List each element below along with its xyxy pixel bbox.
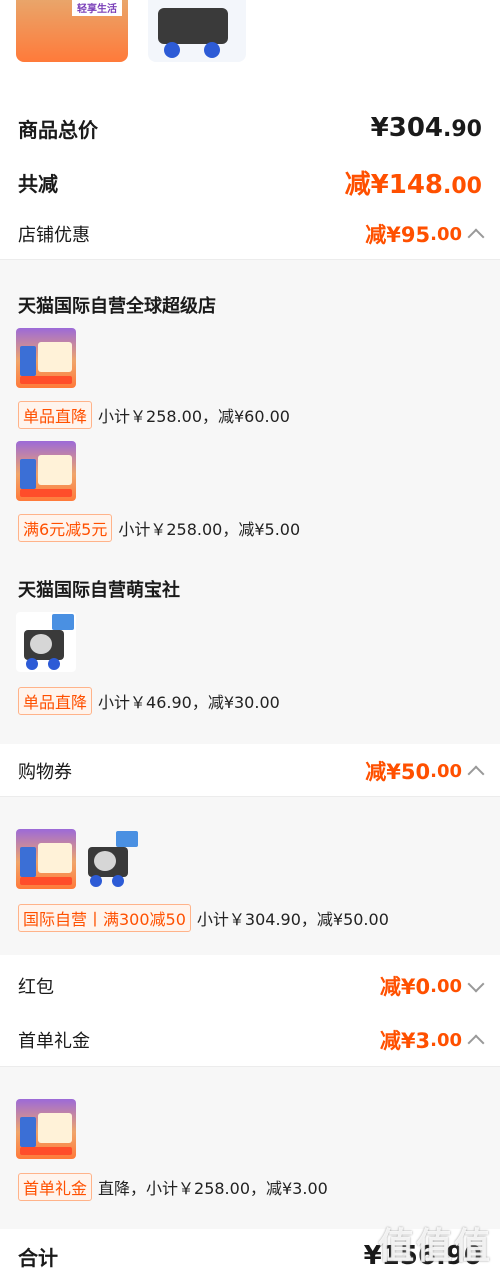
discount-line: 单品直降 小计￥46.90，减¥30.00 [18, 687, 280, 715]
coupon-panel: 国际自营丨满300减50 小计￥304.90，减¥50.00 [0, 796, 500, 955]
discount-tag: 单品直降 [18, 401, 93, 429]
first-gift-row[interactable]: 首单礼金 减¥3.00 [0, 1020, 500, 1060]
discount-text: 直降，小计￥258.00，减¥3.00 [98, 1179, 328, 1198]
coupon-label: 购物券 [18, 762, 72, 783]
store-discount-row[interactable]: 店铺优惠 减¥95.00 [0, 214, 500, 254]
product-thumbnail[interactable] [80, 829, 140, 889]
discount-text: 小计￥304.90，减¥50.00 [196, 910, 389, 929]
total-reduce-value: 减¥148.00 [344, 169, 482, 200]
total-price-label: 商品总价 [18, 117, 98, 142]
chevron-up-icon[interactable] [467, 1034, 485, 1052]
discount-line: 单品直降 小计￥258.00，减¥60.00 [18, 401, 290, 429]
coupon-row[interactable]: 购物券 减¥50.00 [0, 751, 500, 791]
thumbnail-banner: 轻享生活 [72, 0, 122, 16]
product-thumbnail[interactable] [16, 1099, 76, 1159]
product-thumbnail[interactable] [16, 328, 76, 388]
product-thumbnail[interactable] [16, 829, 76, 889]
discount-line: 国际自营丨满300减50 小计￥304.90，减¥50.00 [18, 904, 389, 932]
product-thumbnail[interactable] [16, 441, 76, 501]
train-wheel [164, 42, 180, 58]
product-thumbnail-books[interactable]: 轻享生活 [16, 0, 128, 62]
first-gift-panel: 首单礼金 直降，小计￥258.00，减¥3.00 [0, 1066, 500, 1229]
discount-text: 小计￥258.00，减¥5.00 [118, 520, 301, 539]
store-name: 天猫国际自营萌宝社 [18, 580, 180, 601]
discount-text: 小计￥258.00，减¥60.00 [98, 407, 290, 426]
redpacket-value: 减¥0.00 [380, 971, 485, 1001]
discount-line: 满6元减5元 小计￥258.00，减¥5.00 [18, 514, 300, 542]
chevron-down-icon[interactable] [467, 975, 485, 993]
total-reduce-label: 共减 [18, 171, 58, 196]
train-body [158, 8, 228, 44]
discount-text: 小计￥46.90，减¥30.00 [98, 693, 280, 712]
product-thumbnail[interactable] [16, 612, 76, 672]
product-thumbnail-train[interactable] [148, 0, 246, 62]
store-discount-value: 减¥95.00 [365, 219, 485, 249]
chevron-up-icon[interactable] [467, 228, 485, 246]
discount-line: 首单礼金 直降，小计￥258.00，减¥3.00 [18, 1173, 328, 1201]
discount-tag: 国际自营丨满300减50 [18, 904, 191, 932]
first-gift-value: 减¥3.00 [380, 1025, 485, 1055]
store-discount-panel: 天猫国际自营全球超级店 单品直降 小计￥258.00，减¥60.00 满6元减5… [0, 259, 500, 744]
store-discount-label: 店铺优惠 [18, 225, 90, 246]
total-price-value: ¥304.90 [370, 113, 482, 143]
discount-tag: 首单礼金 [18, 1173, 93, 1201]
train-wheel [204, 42, 220, 58]
total-price-row: 商品总价 ¥304.90 [0, 108, 500, 148]
chevron-up-icon[interactable] [467, 765, 485, 783]
redpacket-row[interactable]: 红包 减¥0.00 [0, 966, 500, 1006]
discount-tag: 满6元减5元 [18, 514, 113, 542]
total-reduce-row: 共减 减¥148.00 [0, 162, 500, 202]
coupon-value: 减¥50.00 [365, 756, 485, 786]
discount-tag: 单品直降 [18, 687, 93, 715]
redpacket-label: 红包 [18, 977, 54, 998]
grand-total-label: 合计 [18, 1245, 58, 1270]
watermark: 值值值 [377, 1226, 492, 1267]
first-gift-label: 首单礼金 [18, 1031, 90, 1052]
store-name: 天猫国际自营全球超级店 [18, 296, 216, 317]
